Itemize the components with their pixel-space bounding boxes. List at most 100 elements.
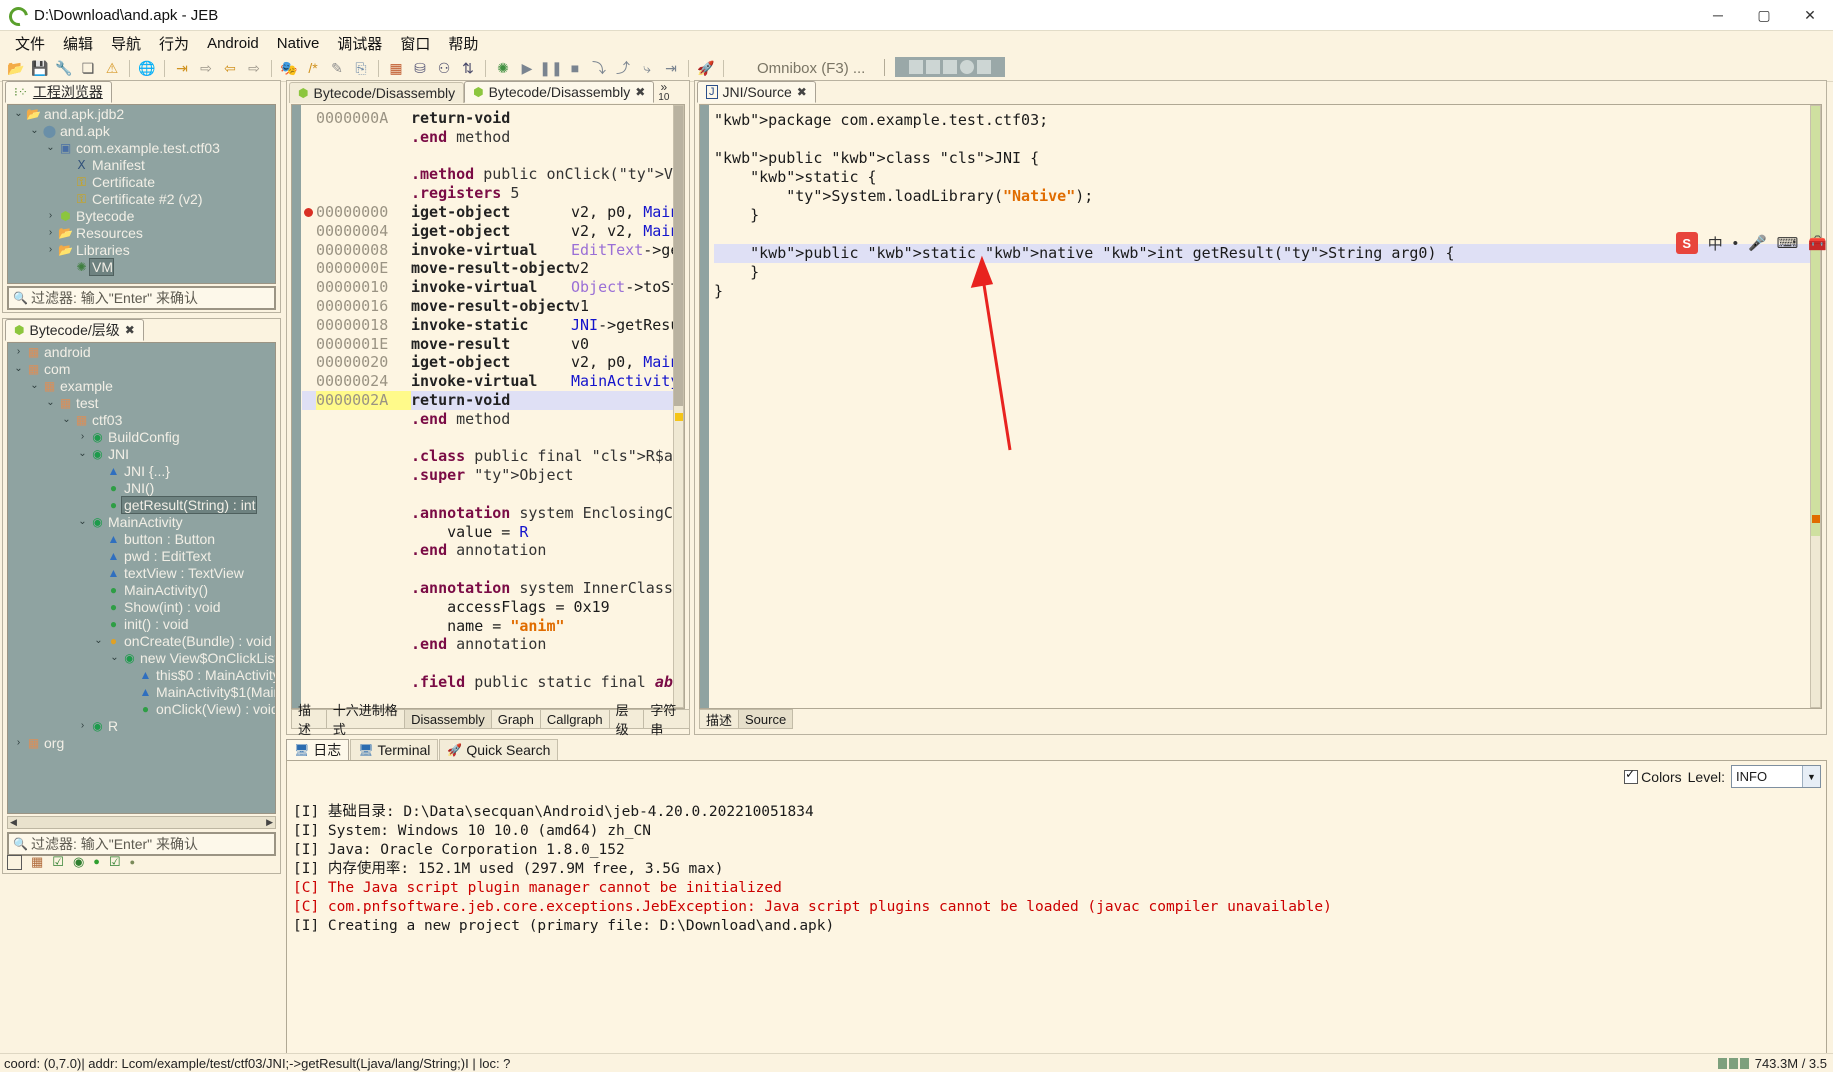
hierarchy-node-row[interactable]: ⌄ ▦ example — [8, 377, 275, 394]
chevron-down-icon[interactable]: ⌄ — [12, 363, 25, 374]
disassembly-line[interactable]: 00000018 invoke-static JNI->getResu — [302, 316, 684, 335]
tab-jni-source[interactable]: J JNI/Source ✖ — [697, 81, 816, 103]
circle-icon[interactable] — [960, 60, 974, 74]
project-node-row[interactable]: › 📂 Resources — [8, 224, 275, 241]
memory-indicator[interactable] — [1717, 1057, 1749, 1069]
menu-item-native[interactable]: Native — [268, 33, 329, 54]
tab-project-explorer[interactable]: ⁝⁘ 工程浏览器 — [5, 81, 112, 103]
hierarchy-node-row[interactable]: ⌄ ◉ JNI — [8, 445, 275, 462]
tab-overflow-indicator[interactable]: » 10 — [658, 81, 669, 103]
tools-icon[interactable]: 🧰 — [1808, 234, 1827, 252]
back-arrow-icon[interactable]: ⇦ — [219, 57, 241, 79]
disassembly-line[interactable]: .class public final "cls">R$anim — [302, 447, 684, 466]
pause-icon[interactable]: ❚❚ — [539, 57, 562, 79]
sort-icon[interactable]: ⇅ — [457, 57, 479, 79]
menu-item-help[interactable]: 帮助 — [439, 31, 487, 56]
menu-item-window[interactable]: 窗口 — [391, 31, 439, 56]
graph-icon[interactable]: ⛁ — [409, 57, 431, 79]
project-filter-input[interactable]: 🔍 过滤器: 输入"Enter" 来确认 — [7, 286, 276, 310]
bottom-tab-hex[interactable]: 十六进制格式 — [325, 703, 406, 737]
source-line[interactable]: } — [714, 263, 1821, 282]
hierarchy-node-row[interactable]: ▲ MainActivity$1(MainActivity) — [8, 683, 275, 700]
project-node-row[interactable]: Ⅹ Manifest — [8, 156, 275, 173]
rocket-icon[interactable]: 🚀 — [695, 57, 717, 79]
chevron-down-icon[interactable]: ⌄ — [76, 516, 89, 527]
pencil-icon[interactable]: ✎ — [326, 57, 348, 79]
disassembly-line[interactable]: .super "ty">Object — [302, 466, 684, 485]
chevron-down-icon[interactable]: ⌄ — [28, 125, 41, 136]
disassembly-line[interactable] — [302, 654, 684, 673]
hierarchy-node-row[interactable]: ● getResult(String) : int — [8, 495, 275, 514]
close-icon[interactable]: ✖ — [635, 85, 645, 99]
close-icon[interactable]: ✖ — [125, 323, 135, 337]
hierarchy-node-row[interactable]: ⌄ ▦ ctf03 — [8, 411, 275, 428]
wrench-icon[interactable]: 🔧 — [53, 57, 75, 79]
hierarchy-node-row[interactable]: ● MainActivity() — [8, 581, 275, 598]
dot-icon[interactable]: ● — [93, 856, 100, 868]
disassembly-line[interactable]: .annotation system EnclosingClass — [302, 504, 684, 523]
comment-icon[interactable]: /* — [302, 57, 324, 79]
disassembly-line[interactable]: .field public static final abc_fade_in:I… — [302, 673, 684, 692]
hierarchy-node-row[interactable]: ▲ JNI {...} — [8, 462, 275, 479]
disassembly-line[interactable]: 0000000A return-void — [302, 109, 684, 128]
disassembly-line[interactable]: .end method — [302, 410, 684, 429]
chevron-right-icon[interactable]: › — [76, 431, 89, 442]
menu-item-edit[interactable]: 编辑 — [54, 31, 102, 56]
hierarchy-tree[interactable]: › ▦ android ⌄ ▦ com ⌄ ▦ example ⌄ ▦ test ⌄ ▦ ctf03 › ◉ Bu… — [7, 342, 276, 814]
disassembly-line[interactable]: name = "anim" — [302, 617, 684, 636]
bottom-tab-source[interactable]: Source — [738, 709, 794, 729]
stop-icon[interactable]: ■ — [564, 57, 586, 79]
user-icon[interactable] — [926, 60, 940, 74]
resume-icon[interactable]: ▶ — [516, 57, 538, 79]
menu-item-debugger[interactable]: 调试器 — [328, 31, 391, 56]
grid-icon[interactable]: ▦ — [31, 854, 43, 870]
refactor-icon[interactable]: 🎭 — [278, 57, 300, 79]
project-node-row[interactable]: ⌄ 📂 and.apk.jdb2 — [8, 105, 275, 122]
close-button[interactable]: ✕ — [1787, 0, 1833, 30]
scroll-thumb[interactable] — [1811, 106, 1820, 536]
refresh-icon[interactable]: ◉ — [73, 854, 84, 870]
warning-icon[interactable]: ⚠ — [101, 57, 123, 79]
run-to-icon[interactable]: ⇥ — [660, 57, 682, 79]
chevron-down-icon[interactable]: ⌄ — [60, 414, 73, 425]
project-node-row[interactable]: › ⬢ Bytecode — [8, 207, 275, 224]
step-force-icon[interactable]: ⤷ — [636, 57, 658, 79]
menu-item-android[interactable]: Android — [198, 33, 268, 54]
source-line[interactable]: "kwb">public "kwb">class "cls">JNI { — [714, 149, 1821, 168]
bottom-tab-hierarchy[interactable]: 层级 — [608, 703, 645, 737]
copy-icon[interactable]: ❏ — [77, 57, 99, 79]
project-node-row[interactable]: ⚿ Certificate — [8, 173, 275, 190]
hierarchy-node-row[interactable]: ● JNI() — [8, 479, 275, 496]
chevron-down-icon[interactable]: ⌄ — [28, 380, 41, 391]
project-node-row[interactable]: ⌄ ▣ com.example.test.ctf03 — [8, 139, 275, 156]
hierarchy-node-row[interactable]: › ▦ org — [8, 734, 275, 751]
close-icon[interactable]: ✖ — [797, 85, 807, 99]
hierarchy-filter-input[interactable]: 🔍 过滤器: 输入"Enter" 来确认 — [7, 832, 276, 856]
hierarchy-node-row[interactable]: ▲ button : Button — [8, 530, 275, 547]
chevron-right-icon[interactable]: › — [44, 227, 57, 238]
ime-punctuation-icon[interactable]: • — [1733, 235, 1738, 252]
hierarchy-node-row[interactable]: › ▦ android — [8, 343, 275, 360]
project-tree[interactable]: ⌄ 📂 and.apk.jdb2 ⌄ ⬤ and.apk ⌄ ▣ com.example.tes… — [7, 104, 276, 284]
menu-item-action[interactable]: 行为 — [150, 31, 198, 56]
hierarchy-node-row[interactable]: ▲ pwd : EditText — [8, 547, 275, 564]
panel-icon[interactable] — [7, 854, 22, 870]
mic-icon[interactable]: 🎤 — [1748, 234, 1767, 252]
disassembly-line[interactable]: 00000020 iget-object v2, p0, Main — [302, 353, 684, 372]
project-node-row[interactable]: › 📂 Libraries — [8, 241, 275, 258]
menu-item-file[interactable]: 文件 — [6, 31, 54, 56]
dot2-icon[interactable]: ● — [130, 857, 135, 867]
source-line[interactable]: "kwb">public "kwb">static "kwb">native "… — [714, 244, 1821, 263]
globe-icon[interactable]: 🌐 — [136, 57, 158, 79]
hierarchy-node-row[interactable]: ● onClick(View) : void — [8, 700, 275, 717]
hierarchy-node-row[interactable]: › ◉ BuildConfig — [8, 428, 275, 445]
disassembly-line[interactable]: 00000016 move-result-objectv1 — [302, 297, 684, 316]
menu-item-navigate[interactable]: 导航 — [102, 31, 150, 56]
chevron-down-icon[interactable]: ⌄ — [76, 448, 89, 459]
tab-bytecode-disassembly-1[interactable]: ⬢ Bytecode/Disassembly — [289, 82, 465, 103]
disassembly-line[interactable]: .method public onClick("ty">View)V — [302, 165, 684, 184]
disassembly-vscrollbar[interactable] — [673, 105, 684, 708]
step-into-icon[interactable]: ⇥ — [171, 57, 193, 79]
breakpoint-icon[interactable] — [304, 207, 313, 217]
debug-bug-icon[interactable]: ✺ — [492, 57, 514, 79]
